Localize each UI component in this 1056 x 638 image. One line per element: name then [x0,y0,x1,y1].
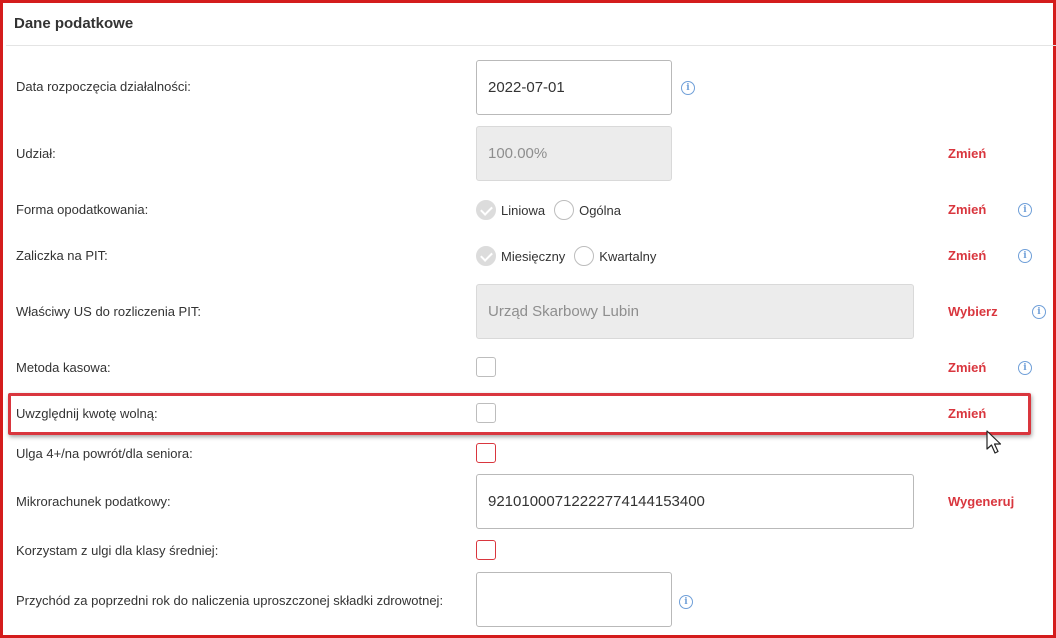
highlight-box [8,393,1031,435]
micro-account-generate-link[interactable]: Wygeneruj [948,494,1014,509]
pit-advance-change-link[interactable]: Zmień [948,248,986,263]
tax-form-radio-liniowa[interactable] [476,200,496,220]
info-icon[interactable]: i [1018,361,1032,375]
tax-office-input: Urząd Skarbowy Lubin [476,284,914,339]
mouse-pointer-icon [986,430,1002,454]
micro-account-input[interactable]: 92101000712222774144153400 [476,474,914,529]
prev-income-input[interactable] [476,572,672,627]
cash-method-change-link[interactable]: Zmień [948,360,986,375]
start-date-value: 2022-07-01 [488,79,565,96]
tax-office-value: Urząd Skarbowy Lubin [488,303,639,320]
middle-class-label: Korzystam z ulgi dla klasy średniej: [16,543,219,558]
tax-office-label: Właściwy US do rozliczenia PIT: [16,304,201,319]
pit-advance-radio-monthly[interactable] [476,246,496,266]
tax-form-change-link[interactable]: Zmień [948,202,986,217]
info-icon[interactable]: i [679,595,693,609]
pit-advance-label: Zaliczka na PIT: [16,248,108,263]
tax-form-option-label: Ogólna [579,202,622,218]
tax-form-option-label: Liniowa [501,202,546,218]
section-title: Dane podatkowe [14,15,134,32]
cash-method-checkbox[interactable] [476,357,496,377]
tax-office-select-link[interactable]: Wybierz [948,304,998,319]
info-icon[interactable]: i [681,81,695,95]
share-input: 100.00% [476,126,672,181]
share-change-link[interactable]: Zmień [948,146,986,161]
pit-advance-option-label: Miesięczny [501,248,566,264]
share-value: 100.00% [488,145,548,162]
tax-form-radio-group: Liniowa Ogólna [476,200,630,220]
micro-account-value: 92101000712222774144153400 [488,493,705,510]
info-icon[interactable]: i [1032,305,1046,319]
start-date-input[interactable]: 2022-07-01 [476,60,672,115]
tax-form-label: Forma opodatkowania: [16,202,149,217]
micro-account-label: Mikrorachunek podatkowy: [16,494,171,509]
panel-header: Dane podatkowe [6,6,1056,46]
info-icon[interactable]: i [1018,203,1032,217]
pit-advance-radio-group: Miesięczny Kwartalny [476,246,665,266]
relief-label: Ulga 4+/na powrót/dla seniora: [16,446,193,461]
prev-income-label: Przychód za poprzedni rok do naliczenia … [16,593,444,608]
cash-method-label: Metoda kasowa: [16,360,111,375]
pit-advance-option-label: Kwartalny [599,248,657,264]
relief-checkbox[interactable] [476,443,496,463]
middle-class-checkbox[interactable] [476,540,496,560]
start-date-label: Data rozpoczęcia działalności: [16,79,191,94]
tax-form-radio-ogolna[interactable] [554,200,575,220]
info-icon[interactable]: i [1018,249,1032,263]
share-label: Udział: [16,146,56,161]
pit-advance-radio-quarterly[interactable] [574,246,595,266]
